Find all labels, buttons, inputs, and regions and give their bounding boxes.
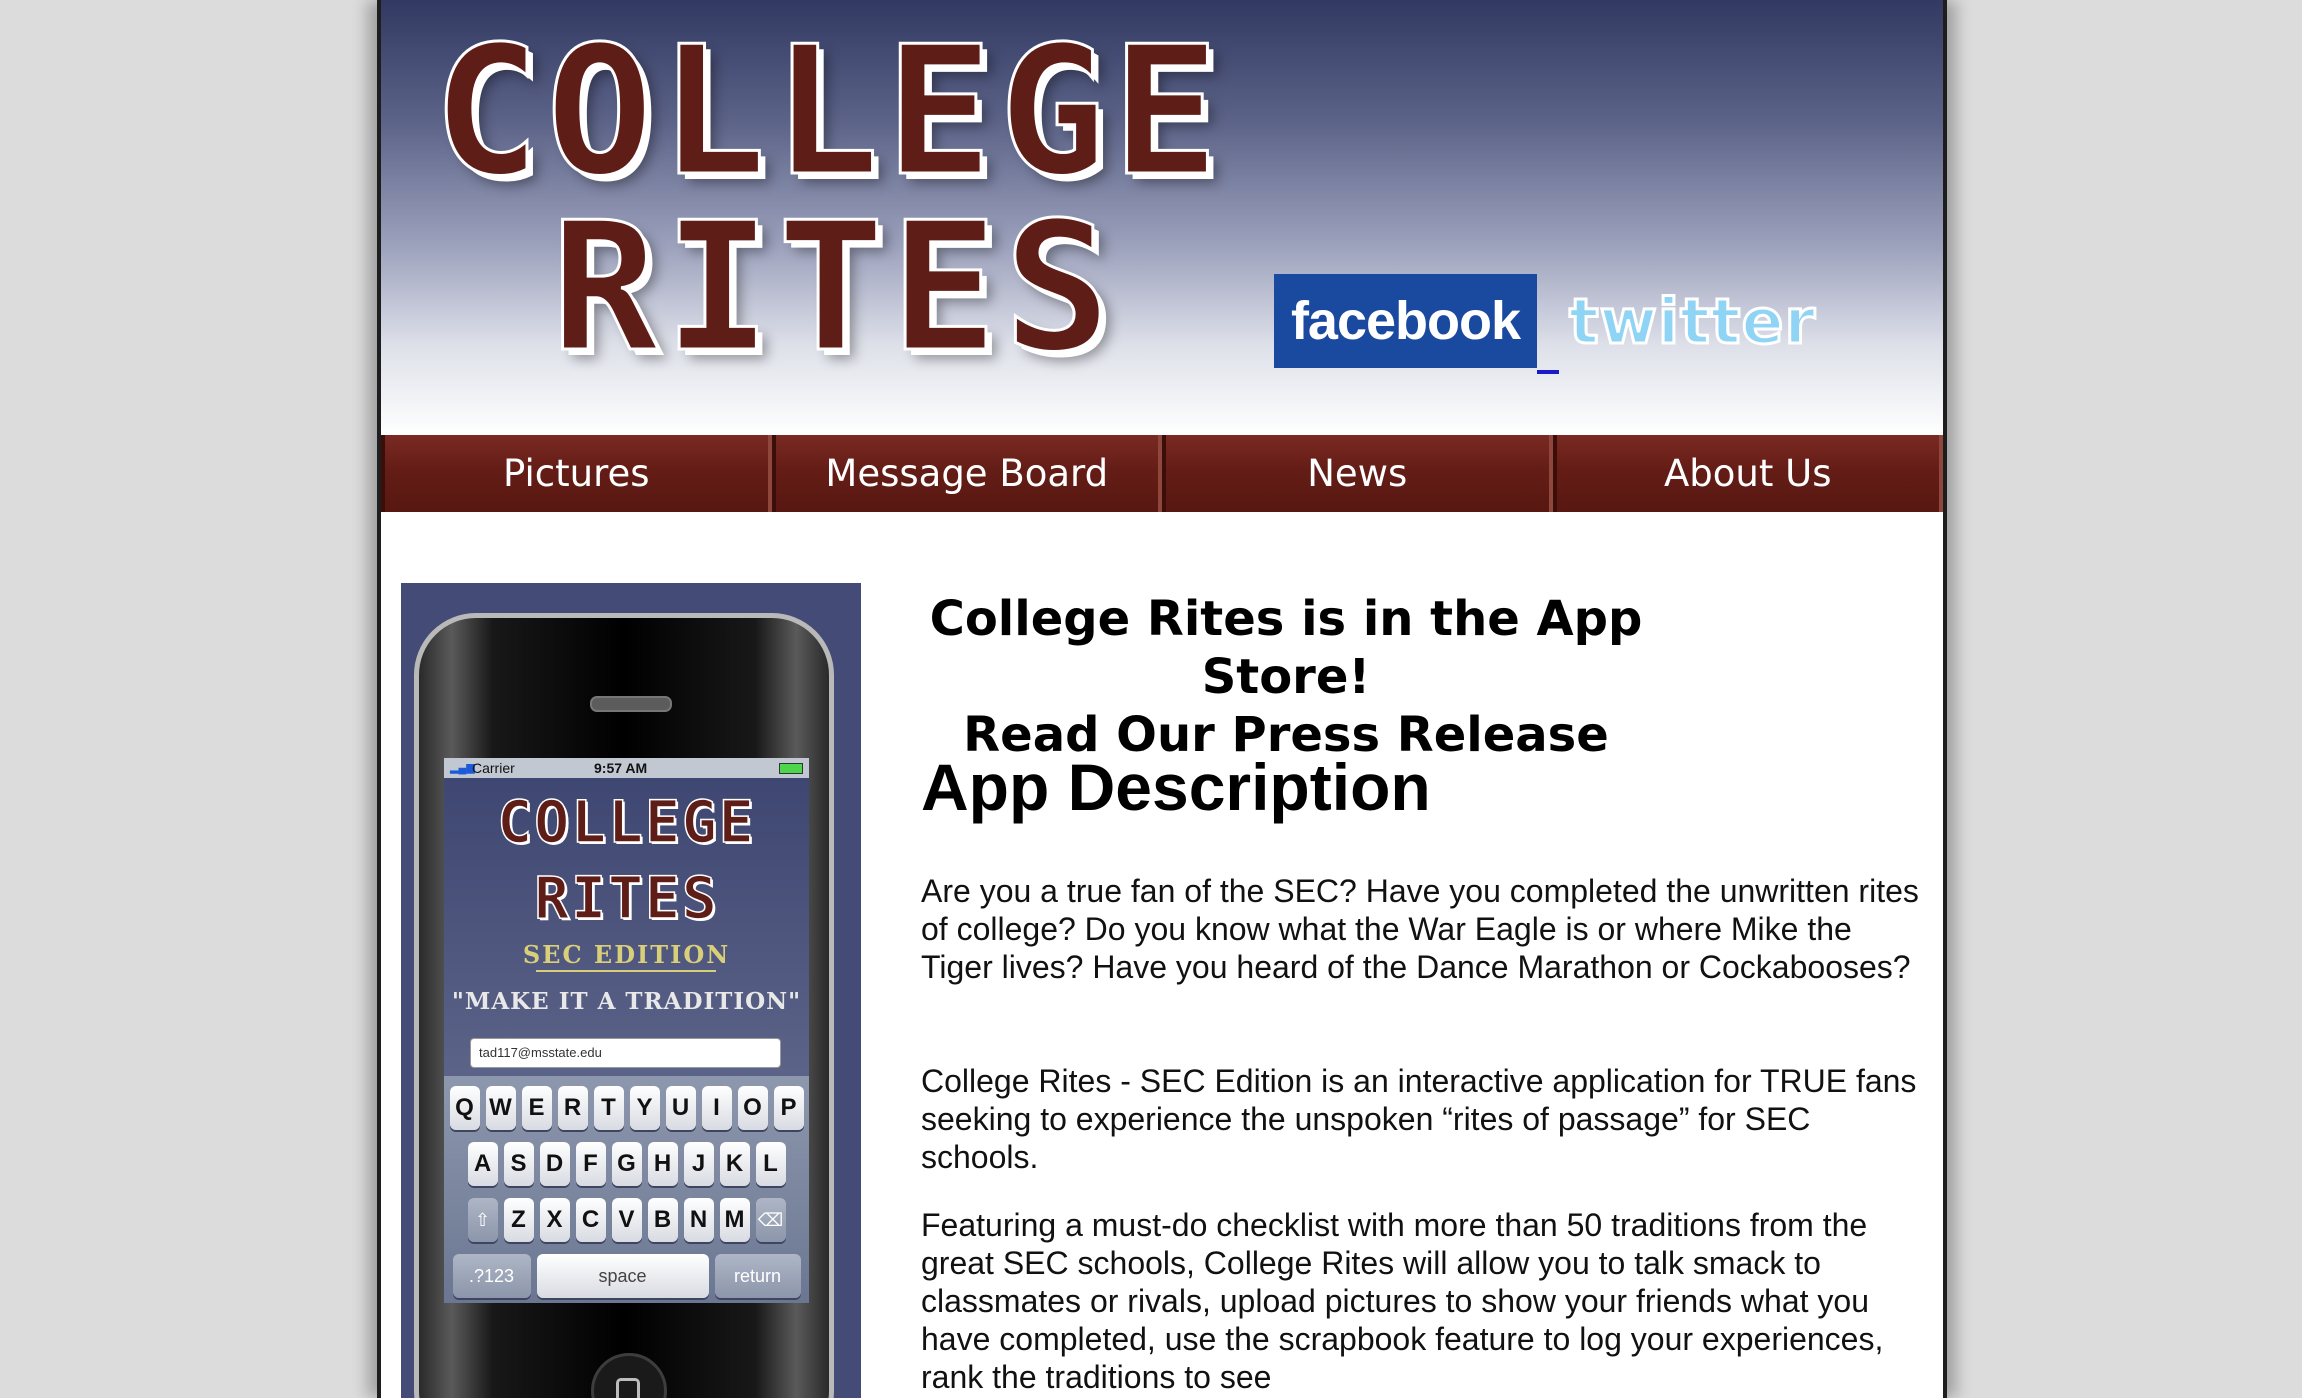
key: Z [503, 1198, 534, 1242]
backspace-key-icon: ⌫ [755, 1198, 786, 1242]
key: M [719, 1198, 750, 1242]
phone-keyboard: Q W E R T Y U I O P A S D F G H J K L ⇧ … [444, 1076, 809, 1303]
page-container: COLLEGE RITES facebook twitter Pictures … [377, 0, 1947, 1398]
app-edition: SEC EDITION [522, 940, 731, 969]
shift-key-icon: ⇧ [467, 1198, 498, 1242]
key: F [575, 1142, 606, 1186]
key: E [521, 1086, 552, 1130]
press-release-headline: College Rites is in the App Store! Read … [921, 590, 1651, 764]
key: D [539, 1142, 570, 1186]
key: Q [449, 1086, 480, 1130]
key: O [737, 1086, 768, 1130]
app-store-link[interactable]: College Rites is in the App Store! [930, 591, 1643, 705]
key: C [575, 1198, 606, 1242]
status-time: 9:57 AM [594, 760, 648, 776]
site-logo-line-1[interactable]: COLLEGE [431, 20, 1225, 203]
key: P [773, 1086, 804, 1130]
keyboard-row-1: Q W E R T Y U I O P [444, 1086, 809, 1130]
twitter-link[interactable]: twitter [1568, 278, 1817, 364]
keyboard-row-4: .?123 space return [444, 1254, 809, 1298]
key: R [557, 1086, 588, 1130]
description-paragraph-3: Featuring a must-do checklist with more … [921, 1207, 1884, 1395]
nav-about-us[interactable]: About Us [1552, 435, 1943, 512]
key: I [701, 1086, 732, 1130]
phone-device: ▂▄▆ Carrier 9:57 AM COLLEGE RITES SEC ED… [414, 613, 834, 1398]
site-logo-line-2[interactable]: RITES [550, 196, 1117, 379]
description-paragraph-1: Are you a true fan of the SEC? Have you … [921, 873, 1919, 985]
app-email-field: tad117@msstate.edu [470, 1038, 781, 1068]
edition-divider [536, 970, 716, 972]
home-button [591, 1353, 667, 1398]
app-logo-line-1: COLLEGE [497, 788, 756, 856]
key: U [665, 1086, 696, 1130]
key: L [755, 1142, 786, 1186]
return-key: return [714, 1254, 801, 1298]
phone-speaker [590, 696, 672, 712]
key: N [683, 1198, 714, 1242]
keyboard-row-3: ⇧ Z X C V B N M ⌫ [444, 1198, 809, 1242]
status-carrier: Carrier [472, 760, 515, 776]
home-square-icon [616, 1378, 640, 1398]
key: Y [629, 1086, 660, 1130]
key: H [647, 1142, 678, 1186]
space-key: space [536, 1254, 709, 1298]
description-paragraph-2: College Rites - SEC Edition is an intera… [921, 1063, 1917, 1175]
key: X [539, 1198, 570, 1242]
app-logo-line-2: RITES [533, 864, 719, 932]
app-description-heading: App Description [921, 750, 1431, 824]
nav-news[interactable]: News [1162, 435, 1553, 512]
facebook-link[interactable]: facebook [1274, 274, 1537, 368]
key: J [683, 1142, 714, 1186]
facebook-link-underline [1537, 370, 1559, 374]
nav-message-board[interactable]: Message Board [771, 435, 1162, 512]
phone-status-bar: ▂▄▆ Carrier 9:57 AM [444, 758, 809, 778]
key: A [467, 1142, 498, 1186]
phone-screen: ▂▄▆ Carrier 9:57 AM COLLEGE RITES SEC ED… [444, 758, 809, 1303]
key: S [503, 1142, 534, 1186]
battery-icon [779, 763, 803, 774]
main-nav: Pictures Message Board News About Us [381, 435, 1943, 512]
key: W [485, 1086, 516, 1130]
site-header: COLLEGE RITES facebook twitter [381, 0, 1943, 435]
key: G [611, 1142, 642, 1186]
app-screenshot: ▂▄▆ Carrier 9:57 AM COLLEGE RITES SEC ED… [401, 583, 861, 1398]
keyboard-row-2: A S D F G H J K L [444, 1142, 809, 1186]
nav-pictures[interactable]: Pictures [381, 435, 772, 512]
key: T [593, 1086, 624, 1130]
numbers-key: .?123 [452, 1254, 531, 1298]
app-tagline: "MAKE IT A TRADITION" [451, 988, 802, 1015]
key: B [647, 1198, 678, 1242]
key: V [611, 1198, 642, 1242]
key: K [719, 1142, 750, 1186]
signal-icon: ▂▄▆ [450, 762, 475, 774]
